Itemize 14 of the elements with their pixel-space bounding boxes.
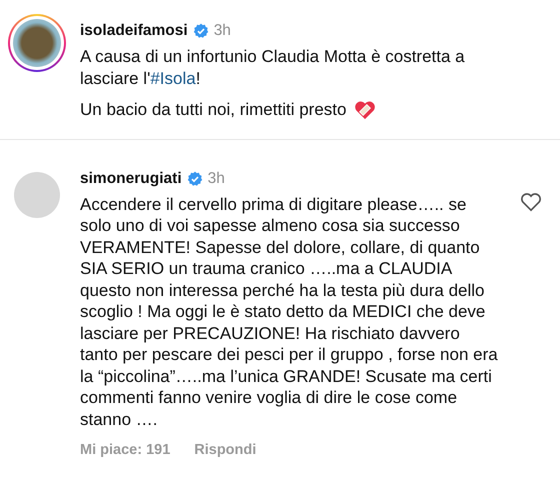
verified-badge-icon [192, 23, 209, 39]
timestamp: 3h [214, 22, 231, 40]
logo-image [13, 19, 61, 67]
timestamp: 3h [208, 170, 225, 188]
mending-heart-icon [354, 100, 376, 120]
username[interactable]: isoladeifamosi [80, 22, 188, 40]
username[interactable]: simonerugiati [80, 170, 182, 188]
caption-text: A causa di un infortunio Claudia Motta è costretta a lasciare l'#Isola! [80, 46, 466, 89]
comment-text: Accendere il cervello prima di digitare please….. se solo uno di voi sapesse almeno cosa sia successo VERAMENTE! Sapesse del dolore, collare, di quanto SIA SERIO un trauma cranico …..ma a CLAUDIA questo non interessa perché ha la testa più dura dello scoglio ! Ma oggi le è stato detto da MEDICI che deve lasciare per PRECAUZIONE! Ha rischiato davvero tanto per pescare dei pesci per il gruppo , forse non era la “piccolina”…..ma l’unica GRANDE! Scusate ma certi commenti fanno venire voglia di dire le cose come stanno …. [80, 194, 499, 430]
hashtag-link[interactable]: #Isola [150, 68, 196, 88]
caption-text: Un bacio da tutti noi, rimettiti presto [80, 99, 346, 120]
verified-badge-icon [186, 170, 203, 186]
heart-icon [520, 192, 542, 212]
like-button[interactable] [520, 192, 542, 212]
